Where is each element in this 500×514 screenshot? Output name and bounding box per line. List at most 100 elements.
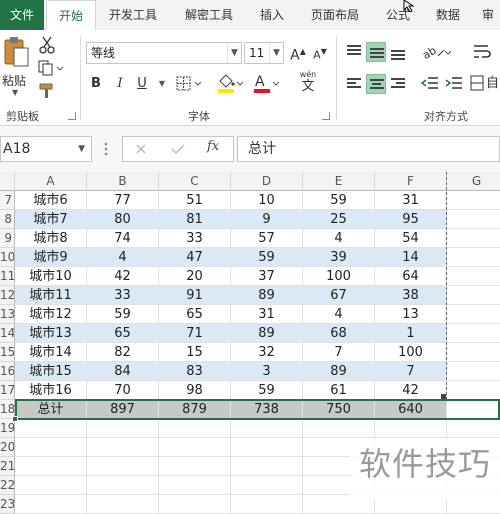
table-row-cell[interactable]: 71 [159,324,231,343]
table-row-cell[interactable]: 4 [303,305,375,324]
cut-icon[interactable] [38,36,56,54]
table-row-cell[interactable]: 81 [159,210,231,229]
table-row-cell[interactable]: 59 [303,191,375,210]
x-icon[interactable] [135,143,147,155]
table-row-cell[interactable]: 51 [159,191,231,210]
table-row-cell[interactable]: 59 [231,248,303,267]
row-header[interactable]: 11 [0,267,15,286]
row-header[interactable]: 20 [0,438,15,457]
table-row-cell[interactable]: 城市15 [15,362,87,381]
phonetic-button[interactable]: wén 文 [296,70,320,100]
table-row-cell[interactable]: 城市12 [15,305,87,324]
row-header[interactable]: 12 [0,286,15,305]
column-header-c[interactable]: C [159,172,231,191]
font-launcher-icon[interactable] [322,112,330,120]
empty-row-cell[interactable] [303,419,375,438]
column-header-g[interactable]: G [447,172,500,191]
table-row-cell[interactable]: 68 [303,324,375,343]
table-row-cell[interactable]: 25 [303,210,375,229]
empty-row-cell[interactable] [231,476,303,495]
table-row-cell[interactable]: 31 [231,305,303,324]
row-header[interactable]: 16 [0,362,15,381]
table-row-cell[interactable]: 100 [303,267,375,286]
empty-row-cell[interactable] [15,419,87,438]
empty-row-cell[interactable] [87,495,159,514]
table-row-cell[interactable]: 32 [231,343,303,362]
table-row-cell[interactable] [447,210,500,229]
orientation-icon[interactable]: ab [420,42,452,62]
total-row-cell[interactable]: 879 [159,400,231,419]
decrease-indent-icon[interactable] [420,74,440,94]
table-row-cell[interactable]: 城市9 [15,248,87,267]
empty-row-cell[interactable] [159,419,231,438]
row-header[interactable]: 13 [0,305,15,324]
table-row-cell[interactable]: 59 [231,381,303,400]
name-box[interactable]: A18 ▼ [0,136,92,162]
table-row-cell[interactable]: 城市7 [15,210,87,229]
row-header[interactable]: 15 [0,343,15,362]
row-header[interactable]: 22 [0,476,15,495]
merge-center-button[interactable]: 自 [470,74,500,94]
insert-function-button[interactable]: fx [207,139,219,154]
table-row-cell[interactable]: 31 [375,191,447,210]
empty-row-cell[interactable] [15,438,87,457]
copy-icon[interactable] [38,60,64,76]
tab-developer[interactable]: 开发工具 [100,0,166,30]
wrap-text-icon[interactable] [472,42,492,62]
clipboard-launcher-icon[interactable] [68,112,76,120]
select-all-corner[interactable] [0,172,15,191]
increase-font-size-button[interactable]: A▲ [288,42,308,64]
empty-row-cell[interactable] [87,419,159,438]
empty-row-cell[interactable] [231,419,303,438]
empty-row-cell[interactable] [159,438,231,457]
table-row-cell[interactable] [447,362,500,381]
tab-file[interactable]: 文件 [0,0,44,30]
table-row-cell[interactable]: 3 [231,362,303,381]
align-right-button[interactable] [388,74,408,94]
total-row-cell[interactable]: 750 [303,400,375,419]
table-row-cell[interactable]: 7 [303,343,375,362]
column-header-f[interactable]: F [375,172,447,191]
empty-row-cell[interactable] [447,419,500,438]
align-center-button[interactable] [366,74,386,94]
table-row-cell[interactable]: 98 [159,381,231,400]
table-row-cell[interactable]: 84 [87,362,159,381]
check-icon[interactable] [171,143,185,155]
table-row-cell[interactable]: 7 [375,362,447,381]
tab-review[interactable]: 审 [476,0,500,30]
tab-page-layout[interactable]: 页面布局 [302,0,368,30]
table-row-cell[interactable]: 城市10 [15,267,87,286]
table-row-cell[interactable]: 67 [303,286,375,305]
table-row-cell[interactable]: 64 [375,267,447,286]
total-row-cell[interactable]: 640 [375,400,447,419]
format-painter-icon[interactable] [38,82,56,100]
tab-insert[interactable]: 插入 [252,0,292,30]
borders-icon[interactable] [176,76,204,92]
table-row-cell[interactable]: 13 [375,305,447,324]
table-row-cell[interactable]: 100 [375,343,447,362]
table-row-cell[interactable]: 89 [303,362,375,381]
table-row-cell[interactable]: 77 [87,191,159,210]
table-row-cell[interactable]: 65 [87,324,159,343]
top-align-button[interactable] [344,42,364,62]
table-row-cell[interactable]: 4 [303,229,375,248]
row-header[interactable]: 14 [0,324,15,343]
decrease-font-size-button[interactable]: A▼ [310,42,330,62]
empty-row-cell[interactable] [231,495,303,514]
increase-indent-icon[interactable] [444,74,464,94]
font-name-combobox[interactable]: 等线 ▼ [86,42,242,64]
table-row-cell[interactable]: 91 [159,286,231,305]
table-row-cell[interactable]: 10 [231,191,303,210]
total-row-cell[interactable]: 897 [87,400,159,419]
table-row-cell[interactable]: 14 [375,248,447,267]
tab-home[interactable]: 开始 [46,0,96,30]
empty-row-cell[interactable] [231,457,303,476]
table-row-cell[interactable]: 82 [87,343,159,362]
table-row-cell[interactable]: 42 [87,267,159,286]
row-header[interactable]: 17 [0,381,15,400]
table-row-cell[interactable]: 47 [159,248,231,267]
total-row-cell[interactable]: 总计 [15,400,87,419]
total-row-cell[interactable] [447,400,500,419]
table-row-cell[interactable] [447,305,500,324]
row-header[interactable]: 21 [0,457,15,476]
